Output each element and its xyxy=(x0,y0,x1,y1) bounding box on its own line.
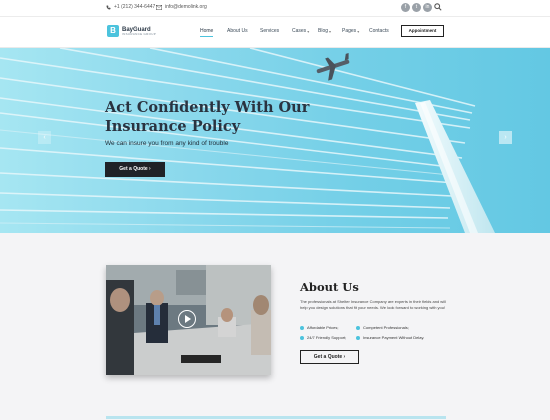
hero-subtitle: We can insure you from any kind of troub… xyxy=(105,140,229,147)
bullet-icon xyxy=(300,335,304,340)
next-section-edge xyxy=(106,416,446,419)
mail-icon xyxy=(156,4,162,10)
feature-item: Competent Professionals; xyxy=(356,325,409,330)
nav-item-cases[interactable]: Cases ▾ xyxy=(292,28,309,34)
nav-label: Cases xyxy=(292,28,307,34)
feature-label: Affordable Prices; xyxy=(307,325,339,330)
phone-icon xyxy=(106,5,111,9)
chevron-right-icon[interactable]: › xyxy=(499,131,512,144)
about-section: About Us The professionals at Shelter In… xyxy=(0,233,550,420)
bullet-icon xyxy=(300,325,304,330)
nav-label: Home xyxy=(200,28,214,34)
main-navbar: B BayGuard INSURANCE GROUP Home About Us… xyxy=(0,17,550,48)
about-get-quote-button[interactable]: Get a Quote › xyxy=(300,350,359,364)
chevron-left-icon[interactable]: ‹ xyxy=(38,131,51,144)
twitter-icon[interactable]: t xyxy=(412,3,421,12)
about-description: The professionals at Shelter Insurance C… xyxy=(300,299,446,310)
chevron-down-icon: ▾ xyxy=(329,28,332,34)
hero-banner: Act Confidently With Our Insurance Polic… xyxy=(0,48,550,233)
about-title: About Us xyxy=(300,280,359,294)
feature-item: 24/7 Friendly Support; xyxy=(300,335,346,340)
site-logo[interactable]: B BayGuard INSURANCE GROUP xyxy=(107,25,156,37)
nav-label: Pages xyxy=(342,28,357,34)
nav-item-home[interactable]: Home xyxy=(200,28,214,37)
nav-item-services[interactable]: Services xyxy=(260,28,279,34)
nav-item-about[interactable]: About Us xyxy=(227,28,248,34)
nav-label: About Us xyxy=(227,28,248,34)
search-icon[interactable] xyxy=(434,3,442,11)
nav-label: Blog xyxy=(318,28,329,34)
bridge-cables-image xyxy=(0,48,495,233)
play-icon[interactable] xyxy=(178,310,196,328)
nav-item-blog[interactable]: Blog ▾ xyxy=(318,28,331,34)
airplane xyxy=(316,52,350,81)
feature-item: Insurance Payment Without Delay. xyxy=(356,335,424,340)
nav-item-contacts[interactable]: Contacts xyxy=(369,28,389,34)
hero-get-quote-button[interactable]: Get a Quote › xyxy=(105,162,165,177)
top-bar: +1 (212) 344-6447 info@demolink.org f t … xyxy=(0,0,550,17)
feature-item: Affordable Prices; xyxy=(300,325,339,330)
bullet-icon xyxy=(356,325,360,330)
feature-label: 24/7 Friendly Support; xyxy=(307,335,347,340)
chevron-down-icon: ▾ xyxy=(357,28,360,34)
phone-number: +1 (212) 344-6447 xyxy=(114,4,156,10)
feature-label: Insurance Payment Without Delay. xyxy=(363,335,425,340)
feature-label: Competent Professionals; xyxy=(363,325,409,330)
chevron-down-icon: ▾ xyxy=(307,28,310,34)
phone-contact[interactable]: +1 (212) 344-6447 xyxy=(106,4,155,10)
video-thumbnail[interactable] xyxy=(106,265,271,375)
logo-tagline: INSURANCE GROUP xyxy=(122,31,157,36)
nav-label: Services xyxy=(260,28,280,34)
nav-label: Contacts xyxy=(369,28,389,34)
linkedin-icon[interactable]: in xyxy=(423,3,432,12)
logo-mark: B xyxy=(107,25,119,37)
facebook-icon[interactable]: f xyxy=(401,3,410,12)
bullet-icon xyxy=(356,335,360,340)
nav-item-pages[interactable]: Pages ▾ xyxy=(342,28,359,34)
hero-title: Act Confidently With Our Insurance Polic… xyxy=(105,99,310,135)
appointment-button[interactable]: Appointment xyxy=(401,25,444,37)
email-contact[interactable]: info@demolink.org xyxy=(156,4,207,10)
email-address: info@demolink.org xyxy=(165,4,207,10)
active-underline xyxy=(200,36,214,37)
